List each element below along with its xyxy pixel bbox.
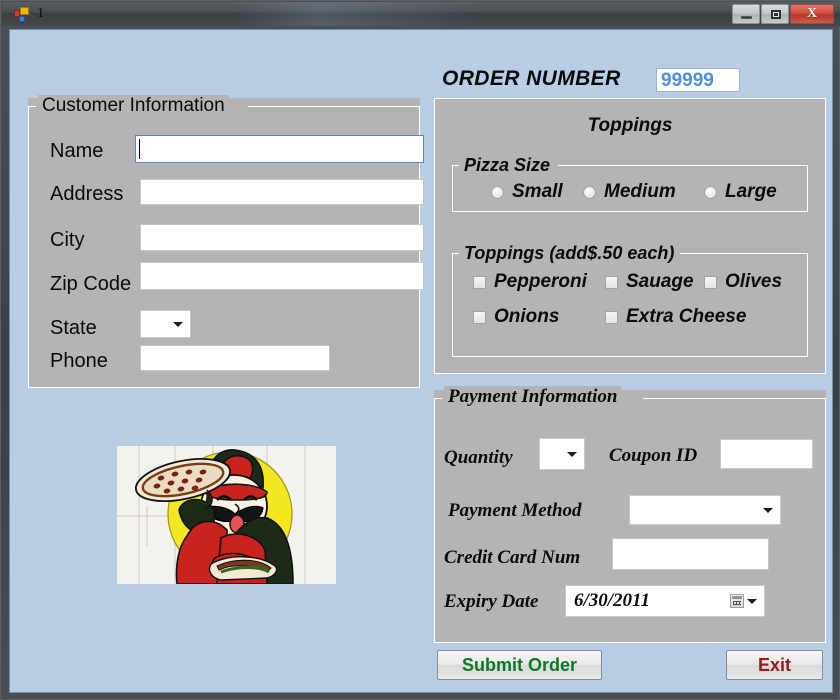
expiry-date-value: 6/30/2011 [574,590,651,611]
pizza-size-medium-label: Medium [604,181,676,202]
pizza-size-small-radio[interactable] [491,186,504,199]
chevron-down-icon [567,452,577,457]
chevron-down-icon [747,599,757,604]
expiry-date-picker[interactable]: 6/30/2011 [565,585,765,617]
pizza-size-medium-radio[interactable] [583,186,596,199]
payment-information-title: Payment Information [444,386,622,408]
pizza-size-group: Pizza Size Small Medium Large [452,155,808,212]
expiry-date-label: Expiry Date [444,591,539,612]
pizza-size-large-label: Large [725,181,777,202]
maximize-icon [771,10,781,19]
city-input[interactable] [140,224,424,251]
order-number-value: 99999 [661,70,714,91]
toppings-options-title: Toppings (add$.50 each) [460,243,679,264]
titlebar-sheen [232,2,482,26]
minimize-button[interactable] [732,4,760,24]
phone-label: Phone [50,350,108,372]
pizza-chef-image [117,446,336,584]
pizza-size-large-radio[interactable] [704,186,717,199]
customer-information-panel: Customer Information Name Address City Z… [28,95,424,388]
state-select[interactable] [140,310,191,338]
window-title: 1 [37,6,44,21]
address-label: Address [50,183,124,205]
order-number-label: ORDER NUMBER [442,67,621,90]
credit-card-number-label: Credit Card Num [444,547,581,568]
customer-information-title: Customer Information [38,95,229,117]
coupon-id-label: Coupon ID [609,445,698,466]
topping-olives-checkbox[interactable] [704,276,717,289]
quantity-label: Quantity [444,447,513,468]
order-number-field[interactable]: 99999 [656,68,740,92]
topping-onions-checkbox[interactable] [473,311,486,324]
window-controls: X [732,4,834,25]
close-icon: X [806,6,818,21]
quantity-select[interactable] [539,438,585,470]
topping-sauage-checkbox[interactable] [605,276,618,289]
topping-extra-cheese-checkbox[interactable] [605,311,618,324]
coupon-id-input[interactable] [720,439,813,469]
pizza-size-small-label: Small [512,181,563,202]
topping-pepperoni-checkbox[interactable] [473,276,486,289]
maximize-button[interactable] [761,4,789,24]
zip-code-input[interactable] [140,262,424,290]
topping-pepperoni-label: Pepperoni [494,271,587,292]
topping-onions-label: Onions [494,306,560,327]
payment-method-label: Payment Method [448,500,582,521]
payment-method-select[interactable] [629,495,781,525]
exit-button[interactable]: Exit [726,650,823,680]
topping-olives-label: Olives [725,271,783,292]
submit-order-button[interactable]: Submit Order [437,650,602,680]
text-caret [139,139,140,159]
calendar-icon [730,594,744,608]
topping-sauage-label: Sauage [626,271,694,292]
city-label: City [50,229,85,251]
state-label: State [50,317,97,339]
name-label: Name [50,140,104,162]
chevron-down-icon [763,508,773,513]
name-input[interactable] [135,135,424,163]
toppings-options-group: Toppings (add$.50 each) Pepperoni Sauage… [452,243,808,357]
vb-form-icon [14,7,29,22]
topping-extra-cheese-label: Extra Cheese [626,306,747,327]
title-bar: 1 X [2,2,840,26]
toppings-heading: Toppings [587,115,673,136]
application-window: 1 X ORDER NUMBER 99999 Customer Informat… [0,0,840,700]
pizza-size-title: Pizza Size [460,155,555,176]
address-input[interactable] [140,179,424,205]
close-button[interactable]: X [790,4,834,24]
phone-input[interactable] [140,345,330,371]
toppings-panel: Toppings Pizza Size Small Medium Large T… [434,98,826,374]
minimize-icon [741,16,752,19]
form-client-area: ORDER NUMBER 99999 Customer Information … [9,29,833,693]
credit-card-number-input[interactable] [612,538,769,570]
chevron-down-icon [173,322,183,327]
payment-information-panel: Payment Information Quantity Coupon ID P… [434,386,826,643]
zip-code-label: Zip Code [50,273,132,295]
